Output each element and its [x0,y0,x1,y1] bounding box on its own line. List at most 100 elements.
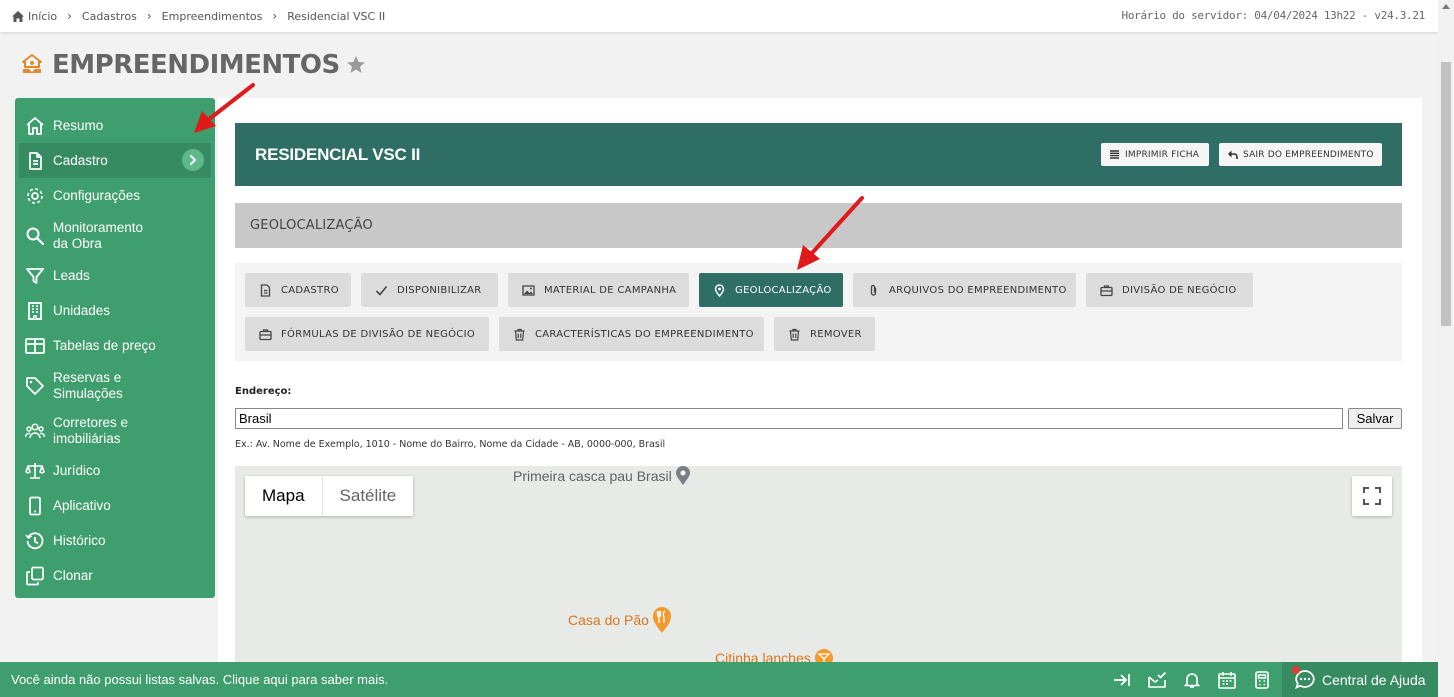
paperclip-icon [870,284,877,296]
tab-caracteristicas[interactable]: CARACTERÍSTICAS DO EMPREENDIMENTO [499,317,764,351]
gear-icon [27,187,43,204]
handshake-house-icon [22,54,42,73]
check-icon [375,285,388,296]
breadcrumb-home[interactable]: Início [28,10,57,23]
sidebar-item-label: Configurações [53,188,141,203]
list-icon [1110,150,1119,159]
people-icon [25,422,45,438]
calculator-icon[interactable] [1252,670,1272,690]
address-input[interactable] [235,408,1343,429]
label-line-2: Simulações [53,385,123,401]
tab-label: ARQUIVOS DO EMPREENDIMENTO [889,284,1067,296]
tab-cadastro[interactable]: CADASTRO [245,273,351,307]
tab-arquivos[interactable]: ARQUIVOS DO EMPREENDIMENTO [853,273,1076,307]
map-view[interactable]: Mapa Satélite Primeira casca pau Brasil … [235,466,1402,662]
sidebar-item-aplicativo[interactable]: Aplicativo [15,488,215,523]
sidebar-item-resumo[interactable]: Resumo [15,108,215,143]
fullscreen-button[interactable] [1352,476,1392,516]
breadcrumb-cadastros[interactable]: Cadastros [82,10,137,23]
poi-label: Casa do Pão [568,612,649,628]
tab-label: FÓRMULAS DE DIVISÃO DE NEGÓCIO [281,328,475,340]
sidebar-item-label: Jurídico [53,463,101,478]
sidebar-item-label: Histórico [53,533,106,548]
sidebar-item-label: Tabelas de preço [53,338,156,353]
sidebar-item-configuracoes[interactable]: Configurações [15,178,215,213]
scale-icon [25,462,45,479]
search-icon [26,227,45,245]
map-poi-casa-do-pao[interactable]: Casa do Pão [568,606,672,634]
breadcrumb-empreendimentos[interactable]: Empreendimentos [162,10,263,23]
fullscreen-icon [1363,487,1381,505]
tab-label: REMOVER [810,328,862,340]
page-scrollbar[interactable] [1438,0,1454,662]
sidebar-item-corretores[interactable]: Corretores e imobiliárias [15,408,215,453]
sidebar-item-cadastro[interactable]: Cadastro [19,143,211,178]
map-type-map[interactable]: Mapa [245,476,322,516]
tab-label: DISPONIBILIZAR [397,284,482,296]
exit-project-button[interactable]: SAIR DO EMPREENDIMENTO [1219,143,1382,166]
bell-icon[interactable] [1182,670,1202,690]
collapse-right-icon[interactable] [1112,670,1132,690]
briefcase-icon [1100,284,1113,296]
star-icon[interactable] [346,55,366,75]
building-icon [28,301,42,320]
mail-check-icon[interactable] [1147,670,1167,690]
sidebar-item-label: Corretores e imobiliárias [53,415,128,447]
tab-bar: CADASTRO DISPONIBILIZAR MATERIAL DE CAMP… [235,263,1402,361]
home-icon [12,10,24,22]
sidebar-item-label: Monitoramento da Obra [53,220,143,252]
sidebar-item-label: Resumo [53,118,104,133]
sidebar-item-leads[interactable]: Leads [15,258,215,293]
sidebar-item-reservas[interactable]: Reservas e Simulações [15,363,215,408]
save-address-button[interactable]: Salvar [1348,408,1402,429]
breadcrumb: Início › Cadastros › Empreendimentos › R… [12,9,385,23]
tab-geolocalizacao[interactable]: GEOLOCALIZAÇÃO [699,273,843,307]
tab-formulas-divisao[interactable]: FÓRMULAS DE DIVISÃO DE NEGÓCIO [245,317,489,351]
tab-material-campanha[interactable]: MATERIAL DE CAMPANHA [508,273,689,307]
table-icon [25,337,45,354]
scroll-up-icon[interactable] [1442,4,1450,9]
label-line-1: Corretores e [53,414,129,430]
main-panel: RESIDENCIAL VSC II IMPRIMIR FICHA SAIR D… [218,98,1422,662]
sidebar-item-tabelas[interactable]: Tabelas de preço [15,328,215,363]
trash-icon [789,328,800,341]
bar-pin-icon [814,649,833,662]
restaurant-pin-icon [652,607,671,633]
sidebar-item-monitoramento[interactable]: Monitoramento da Obra [15,213,215,258]
map-poi-citinha[interactable]: Citinha lanches [715,648,834,662]
print-sheet-button[interactable]: IMPRIMIR FICHA [1101,143,1209,166]
poi-label: Citinha lanches [715,650,811,662]
map-poi-primeira-casca[interactable]: Primeira casca pau Brasil [513,466,691,486]
page-title: EMPREENDIMENTOS [20,50,366,80]
section-title: GEOLOCALIZAÇÃO [235,203,1402,248]
poi-label: Primeira casca pau Brasil [513,468,672,484]
project-title: RESIDENCIAL VSC II [255,144,421,164]
tab-disponibilizar[interactable]: DISPONIBILIZAR [361,273,498,307]
sidebar-item-clonar[interactable]: Clonar [15,558,215,593]
tab-remover[interactable]: REMOVER [774,317,875,351]
home-icon [26,116,44,135]
calendar-icon[interactable] [1217,670,1237,690]
help-center-button[interactable]: Central de Ajuda [1282,662,1438,697]
tab-label: MATERIAL DE CAMPANHA [544,284,677,296]
saved-lists-message[interactable]: Você ainda não possui listas salvas. Cli… [11,672,388,687]
phone-icon [29,496,41,515]
sidebar-item-historico[interactable]: Histórico [15,523,215,558]
chevron-right-icon[interactable] [182,149,204,171]
sidebar-item-label: Reservas e Simulações [53,370,123,402]
tag-icon [26,376,44,395]
breadcrumb-current: Residencial VSC II [287,9,386,23]
map-pin-icon [675,466,690,485]
sidebar-item-juridico[interactable]: Jurídico [15,453,215,488]
bottom-icons [1097,662,1272,697]
help-center-label: Central de Ajuda [1322,671,1426,688]
sidebar-item-label: Leads [53,268,90,283]
label-line-1: Reservas e [53,369,122,385]
map-type-satellite[interactable]: Satélite [321,476,414,516]
sidebar: Resumo Cadastro Configurações Monitorame… [15,98,215,598]
sidebar-item-unidades[interactable]: Unidades [15,293,215,328]
tab-divisao-negocio[interactable]: DIVISÃO DE NEGÓCIO [1086,273,1253,307]
reply-icon [1228,150,1238,159]
scroll-thumb[interactable] [1441,62,1451,326]
tab-label: DIVISÃO DE NEGÓCIO [1122,284,1237,296]
